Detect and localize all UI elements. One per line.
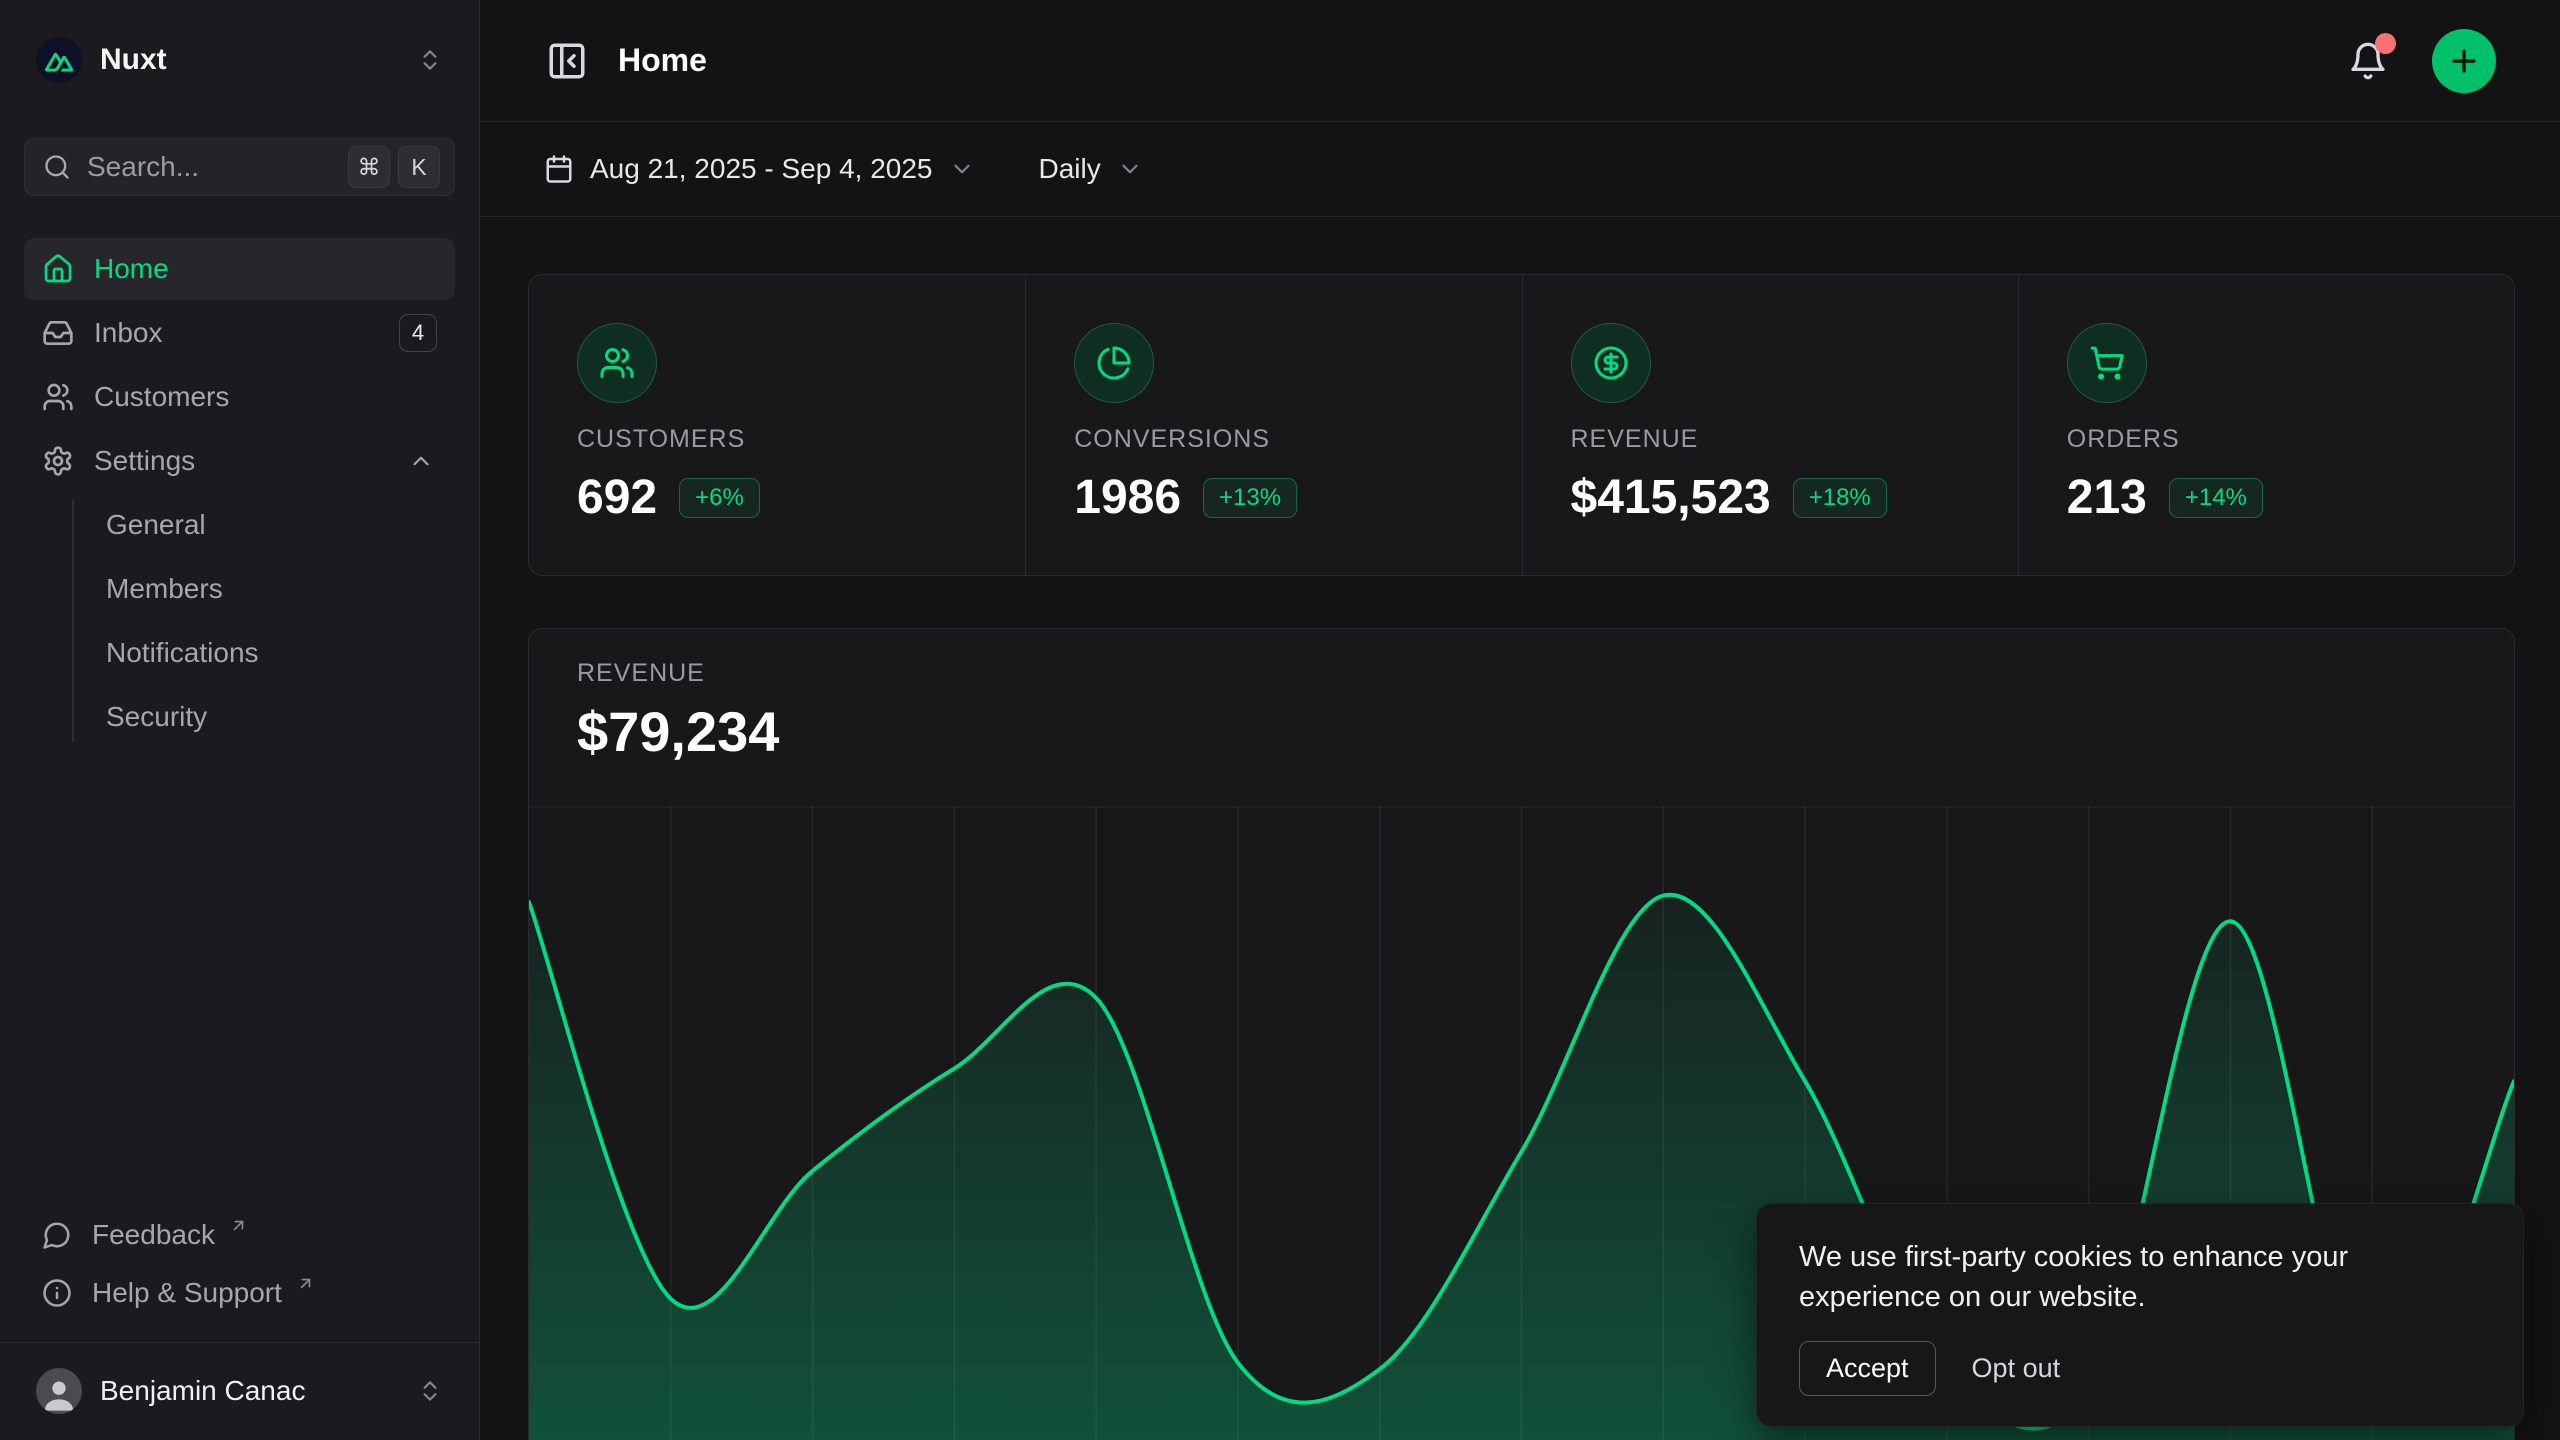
notifications-button[interactable] (2344, 37, 2392, 85)
granularity-value: Daily (1039, 153, 1101, 185)
dollar-circle-icon (1571, 323, 1651, 403)
search-icon (43, 153, 71, 181)
stat-value: 213 (2067, 470, 2147, 526)
chevrons-up-down-icon (417, 1378, 443, 1404)
user-name: Benjamin Canac (100, 1375, 399, 1407)
stat-delta-badge: +6% (679, 478, 760, 518)
calendar-icon (544, 154, 574, 184)
stat-card-customers[interactable]: CUSTOMERS 692 +6% (529, 275, 1025, 575)
date-range-picker[interactable]: Aug 21, 2025 - Sep 4, 2025 (544, 153, 975, 185)
chevron-down-icon (949, 156, 975, 182)
sidebar-item-home[interactable]: Home (24, 238, 455, 300)
stat-card-revenue[interactable]: REVENUE $415,523 +18% (1522, 275, 2018, 575)
stat-value: $415,523 (1571, 470, 1771, 526)
collapse-sidebar-button[interactable] (542, 36, 592, 86)
page-title: Home (618, 42, 707, 79)
search-shortcut: ⌘ K (348, 146, 440, 188)
stats-row: CUSTOMERS 692 +6% CONVERSIONS 1986 +13% (528, 274, 2515, 576)
avatar (36, 1368, 82, 1414)
notification-dot (2375, 33, 2396, 54)
stat-label: CUSTOMERS (577, 425, 977, 454)
cookie-message: We use first-party cookies to enhance yo… (1799, 1237, 2481, 1317)
page-header: Home (480, 0, 2560, 122)
kbd-k: K (398, 146, 440, 188)
home-icon (42, 253, 74, 285)
panel-left-close-icon (546, 40, 588, 82)
stat-label: CONVERSIONS (1074, 425, 1473, 454)
gear-icon (42, 445, 74, 477)
user-menu[interactable]: Benjamin Canac (24, 1359, 455, 1423)
sidebar-item-help-support[interactable]: Help & Support (24, 1264, 455, 1322)
chevron-down-icon (1117, 156, 1143, 182)
search-placeholder: Search... (87, 151, 332, 183)
external-link-icon (296, 1274, 315, 1293)
cookie-banner: We use first-party cookies to enhance yo… (1756, 1203, 2524, 1427)
workspace-name: Nuxt (100, 43, 399, 77)
external-link-icon (229, 1216, 248, 1235)
stat-value: 1986 (1074, 470, 1181, 526)
workspace-switcher[interactable]: Nuxt (24, 28, 455, 92)
nuxt-logo-icon (36, 37, 82, 83)
sidebar-item-notifications[interactable]: Notifications (106, 622, 455, 684)
stat-card-conversions[interactable]: CONVERSIONS 1986 +13% (1025, 275, 1521, 575)
sidebar-item-label: Settings (94, 445, 385, 477)
chevron-up-icon (405, 448, 437, 474)
sidebar-item-security[interactable]: Security (106, 686, 455, 748)
sidebar-item-label: Home (94, 253, 437, 285)
search-input[interactable]: Search... ⌘ K (24, 138, 455, 196)
sidebar-nav: Home Inbox 4 Customers Settings (24, 238, 455, 748)
revenue-chart-total: $79,234 (577, 700, 2466, 764)
sidebar-item-general[interactable]: General (106, 494, 455, 556)
sidebar: Nuxt Search... ⌘ K Home (0, 0, 480, 1440)
date-range-value: Aug 21, 2025 - Sep 4, 2025 (590, 153, 933, 185)
sidebar-item-label: Customers (94, 381, 437, 413)
stat-delta-badge: +14% (2169, 478, 2263, 518)
accept-button[interactable]: Accept (1799, 1341, 1936, 1396)
kbd-cmd: ⌘ (348, 146, 390, 188)
settings-sub-list: General Members Notifications Security (24, 494, 455, 748)
revenue-chart-label: REVENUE (577, 659, 2466, 688)
sidebar-spacer (0, 750, 479, 1206)
sidebar-item-settings[interactable]: Settings (24, 430, 455, 492)
opt-out-button[interactable]: Opt out (1966, 1342, 2067, 1395)
plus-icon (2447, 44, 2481, 78)
users-icon (577, 323, 657, 403)
stat-label: ORDERS (2067, 425, 2466, 454)
inbox-icon (42, 317, 74, 349)
stat-label: REVENUE (1571, 425, 1970, 454)
stat-card-orders[interactable]: ORDERS 213 +14% (2018, 275, 2514, 575)
sidebar-item-label: Feedback (92, 1219, 215, 1251)
pie-chart-icon (1074, 323, 1154, 403)
sidebar-item-customers[interactable]: Customers (24, 366, 455, 428)
stat-delta-badge: +18% (1793, 478, 1887, 518)
chevrons-up-down-icon (417, 47, 443, 73)
sidebar-item-label: Inbox (94, 317, 379, 349)
users-icon (42, 381, 74, 413)
sidebar-item-label: Help & Support (92, 1277, 282, 1309)
granularity-select[interactable]: Daily (1039, 153, 1143, 185)
info-circle-icon (42, 1278, 72, 1308)
filters-toolbar: Aug 21, 2025 - Sep 4, 2025 Daily (480, 122, 2560, 217)
sidebar-item-inbox[interactable]: Inbox 4 (24, 302, 455, 364)
sidebar-item-feedback[interactable]: Feedback (24, 1206, 455, 1264)
stat-delta-badge: +13% (1203, 478, 1297, 518)
add-button[interactable] (2432, 29, 2496, 93)
message-circle-icon (42, 1220, 72, 1250)
stat-value: 692 (577, 470, 657, 526)
sidebar-item-members[interactable]: Members (106, 558, 455, 620)
cart-icon (2067, 323, 2147, 403)
inbox-count-badge: 4 (399, 314, 437, 352)
